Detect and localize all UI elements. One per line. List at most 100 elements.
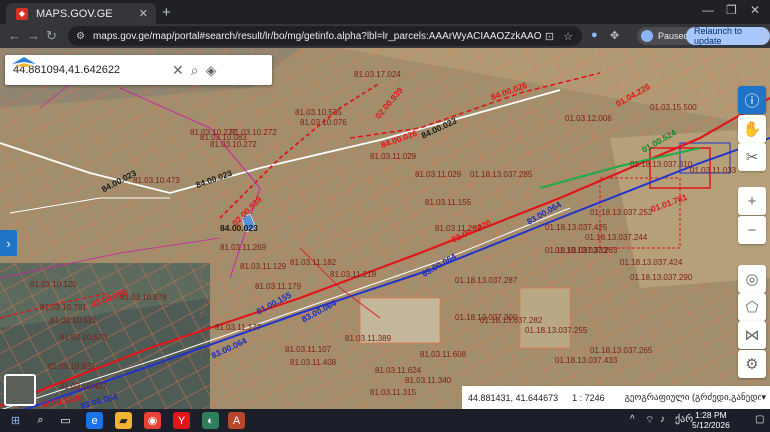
parcel-code-label: 81.03.11.107 [285,345,332,354]
relaunch-update-button[interactable]: Relaunch to update [686,26,770,46]
clear-search-icon[interactable]: ✕ [172,62,184,79]
settings-icon[interactable]: ⚙ [738,350,766,378]
parcel-code-label: 81.03.11.129 [240,262,287,271]
windows-taskbar: ⊞ ⌕ ▭ e ▰ ◉ Y ◐ A ^ ⌔ ♪ ქარ 1:28 PM 5/12… [0,409,770,432]
task-view-icon[interactable]: ▭ [57,412,74,429]
shape-tool-icon[interactable]: ⬠ [738,293,766,321]
parcel-code-label: 81.03.10.437 [60,382,107,391]
forward-icon[interactable]: → [27,28,40,43]
zoom-in-icon[interactable]: + [738,187,766,215]
measure-tool-icon[interactable]: ✂ [738,143,766,171]
file-explorer-icon[interactable]: ▰ [115,412,132,429]
cursor-coordinates: 44.881431, 41.644673 [468,392,559,403]
parcel-code-label: 81.03.11.218 [330,270,377,279]
search-taskbar-icon[interactable]: ⌕ [32,412,49,429]
zoom-out-icon[interactable]: − [738,216,766,244]
parcel-code-label: 01.18.13.037.290 [630,273,693,282]
parcel-code-label: 81.03.10.570 [60,333,107,342]
window-close-icon[interactable]: ✕ [750,3,760,17]
minimize-icon[interactable]: — [702,3,714,17]
parcel-code-label: 81.03.11.177 [215,323,262,332]
address-bar[interactable]: ⚙ maps.gov.ge/map/portal#search/result/l… [68,26,582,46]
parcel-code-label: 81.03.11.182 [290,258,337,267]
parcel-code-label: 81.03.11.340 [405,376,452,385]
yandex-icon[interactable]: Y [173,412,190,429]
locate-icon[interactable]: ◎ [738,265,766,293]
volume-icon[interactable]: ♪ [660,414,665,425]
parcel-code-label: 81.03.11.624 [375,366,422,375]
parcel-code-label: 81.03.11.269 [220,243,267,252]
parcel-code-label: 81.03.17.024 [354,70,401,79]
parcel-code-label: 01.18.13.037.265 [590,346,653,355]
start-windows-icon[interactable]: ⊞ [7,412,24,429]
coordinate-bar: 44.881431, 41.644673 1 : 7246 გეოგრაფიულ… [462,386,770,409]
restore-icon[interactable]: ❐ [726,3,737,17]
share-icon[interactable]: ⋈ [738,321,766,349]
parcel-code-label: 81.03.11.315 [370,388,417,397]
browser-tab[interactable]: ◆ MAPS.GOV.GE ✕ [6,3,156,24]
tray-chevron-icon[interactable]: ^ [630,414,635,425]
extension-icon[interactable]: ● [591,29,598,41]
parcel-code-label: 81.03.10.076 [300,118,347,127]
projection-select[interactable]: გეოგრაფიული (გრძედი,განედი) [625,392,762,403]
parcel-code-label: 81.03.10.781 [40,303,87,312]
bookmark-star-icon[interactable]: ☆ [563,30,573,43]
parcel-code-label: 81.03.11.608 [420,350,467,359]
access-icon[interactable]: A [228,412,245,429]
parcel-code-label: 81.03.10.473 [133,176,180,185]
parcel-code-label: 01.18.13.037.244 [585,233,648,242]
parcel-code-label: 81.03.11.179 [255,282,302,291]
parcel-code-label: 01.18.13.037.333 [545,246,608,255]
parcel-code-label: 81.03.10.083 [200,133,247,142]
expand-panel-button[interactable]: › [0,230,17,256]
python-icon[interactable]: ◐ [202,412,219,429]
browser-tab-strip: ◆ MAPS.GOV.GE ✕ + — ❐ ✕ [0,0,770,24]
profile-avatar [641,30,653,42]
napr-logo-icon [12,57,36,67]
parcel-code-label: 01.03.11.033 [690,166,737,175]
parcel-code-label: 81.03.10.939 [48,362,95,371]
wifi-icon[interactable]: ⌔ [645,414,654,427]
back-icon[interactable]: ← [8,28,21,43]
chevron-down-icon[interactable]: ▾ [761,392,766,403]
language-indicator[interactable]: ქარ [675,414,693,425]
parcel-code-label: 01.18.13.037.433 [555,356,618,365]
parcel-code-label: 81.03.10.535 [295,108,342,117]
parcel-code-label: 01.18.13.037.287 [455,276,518,285]
new-tab-button[interactable]: + [162,4,171,21]
parcel-code-label: 01.18.13.037.282 [480,316,543,325]
parcel-code-label: 01.18.13.037.424 [620,258,683,267]
parcel-code-label: 81.03.11.155 [425,198,472,207]
parcel-code-label: 81.03.11.029 [370,152,417,161]
info-tool-icon[interactable]: ⓘ [738,86,766,114]
pan-hand-icon[interactable]: ✋ [738,115,766,143]
parcel-code-label: 81.03.11.408 [290,358,337,367]
clock-time: 1:28 PM [695,410,727,420]
basemap-thumbnail[interactable] [4,374,36,406]
edge-icon[interactable]: e [86,412,103,429]
tab-close-icon[interactable]: ✕ [139,7,148,20]
paused-label: Paused [658,31,689,41]
site-info-icon[interactable]: ⚙ [76,31,85,42]
layers-icon[interactable]: ◈ [206,62,217,79]
clock[interactable]: 1:28 PM 5/12/2026 [692,410,730,430]
search-icon[interactable]: ⌕ [191,62,199,79]
clock-date: 5/12/2026 [692,420,730,430]
browser-toolbar: ← → ↻ ⚙ maps.gov.ge/map/portal#search/re… [0,24,770,48]
parcel-code-label: 01.18.13.037.255 [525,326,588,335]
parcel-code-label: 81.03.11.029 [415,170,462,179]
notification-icon[interactable]: ▢ [755,414,764,425]
site-favicon-icon: ◆ [16,7,28,20]
reload-icon[interactable]: ↻ [46,28,57,44]
browser-menu-icon[interactable]: ⋮ [760,29,770,42]
parcel-code-label: 01.18.13.037.310 [630,160,693,169]
parcel-code-label: 81.03.10.120 [30,280,77,289]
url-text: maps.gov.ge/map/portal#search/result/lr/… [92,30,542,42]
chrome-icon[interactable]: ◉ [144,412,161,429]
map-search-box: ✕ ⌕ ◈ [5,55,272,85]
parcel-code-label: 81.03.10.521 [50,316,97,325]
extensions-puzzle-icon[interactable]: ✥ [610,29,619,42]
map-canvas[interactable]: ✕ ⌕ ◈ › ⓘ ✋ ✂ + − ◎ ⬠ ⋈ ⚙ 44.881431, 41.… [0,48,770,409]
parcel-code-label: 01.03.12.006 [565,114,612,123]
install-app-icon[interactable]: ⊡ [545,30,554,43]
